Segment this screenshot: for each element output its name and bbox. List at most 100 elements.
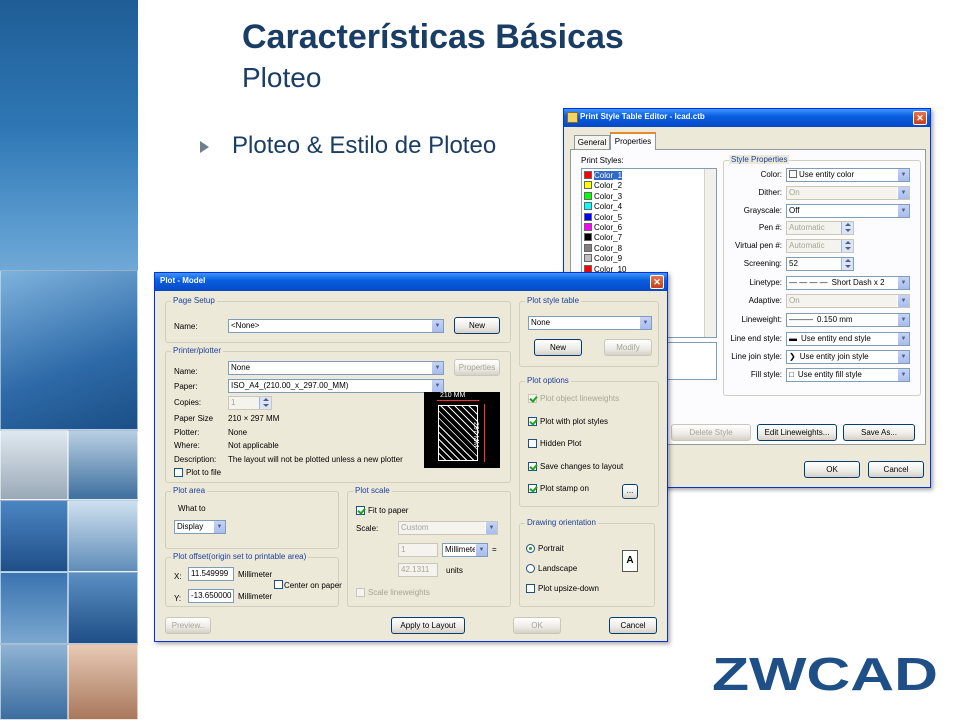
print-style-item[interactable]: Color_4 — [584, 202, 622, 212]
plot-option-checkbox[interactable] — [528, 484, 537, 493]
page-setup-name-select[interactable]: <None> ▼ — [228, 319, 444, 333]
save-as-button[interactable]: Save As... — [843, 424, 915, 441]
plot-options-label: Plot options — [525, 376, 571, 385]
color-swatch-icon — [584, 181, 592, 190]
pst-ok-button[interactable]: OK — [804, 461, 860, 478]
preview-width-label: 210 MM — [440, 392, 466, 399]
plot-cancel-button[interactable]: Cancel — [609, 617, 657, 634]
print-style-name: Color_4 — [594, 202, 623, 212]
copies-label: Copies: — [174, 398, 202, 407]
plot-upside-down-checkbox[interactable] — [526, 584, 535, 593]
plot-area-group: Plot area What to Display ▼ — [165, 486, 339, 549]
copies-value: 1 — [231, 398, 236, 407]
property-select[interactable]: ❯ Use entity join style ▼ — [786, 350, 910, 364]
tab-general[interactable]: General — [574, 135, 610, 149]
chevron-down-icon: ▼ — [897, 187, 909, 199]
spinner-arrows-icon — [841, 258, 853, 270]
print-style-item[interactable]: Color_8 — [584, 243, 622, 254]
plot-option-checkbox[interactable] — [528, 439, 537, 448]
print-style-name: Color_1 — [594, 171, 623, 180]
property-select[interactable]: Use entity color ▼ — [786, 168, 910, 182]
property-label: Grayscale: — [743, 206, 782, 215]
style-properties-group: Style Properties Color: Use entity color ▼… — [723, 155, 921, 396]
app-icon — [567, 112, 578, 123]
plot-option-checkbox[interactable] — [528, 461, 537, 471]
scale-select[interactable]: Custom ▼ — [398, 521, 498, 535]
offset-x-input[interactable]: 11.549999 — [188, 567, 234, 581]
list-scrollbar[interactable] — [704, 169, 716, 337]
property-select[interactable]: ▬ Use entity end style ▼ — [786, 332, 910, 346]
offset-y-input[interactable]: -13.650000 — [188, 589, 234, 603]
plot-style-new-button[interactable]: New — [534, 339, 582, 356]
chevron-down-icon: ▼ — [897, 351, 909, 363]
tab-properties[interactable]: Properties — [610, 132, 656, 150]
preview-height-label: 297 MM — [472, 422, 479, 448]
property-label: Screening: — [743, 259, 782, 268]
property-value: On — [789, 296, 800, 305]
scale-lineweights-checkbox[interactable] — [356, 588, 365, 597]
print-style-item[interactable]: Color_5 — [584, 212, 622, 223]
plot-scale-group: Plot scale Fit to paper Scale: Custom ▼ 1… — [347, 486, 511, 607]
spinner-arrows-icon — [841, 240, 853, 252]
printer-name-label: Name: — [174, 367, 198, 376]
plot-style-table-select[interactable]: None ▼ — [528, 316, 652, 330]
landscape-label: Landscape — [538, 564, 578, 573]
property-spinner[interactable]: 52 — [786, 257, 854, 271]
edit-lineweights-button[interactable]: Edit Lineweights... — [757, 424, 837, 441]
print-style-item[interactable]: Color_2 — [584, 181, 622, 191]
print-style-item[interactable]: Color_6 — [584, 223, 622, 233]
delete-style-button[interactable]: Delete Style — [671, 424, 751, 441]
print-style-item[interactable]: Color_3 — [584, 191, 622, 202]
scale-value1-input[interactable]: 1 — [398, 543, 438, 557]
offset-x-value: 11.549999 — [191, 569, 229, 578]
property-select[interactable]: Off ▼ — [786, 204, 910, 218]
offset-x-unit: Millimeter — [238, 570, 273, 579]
printer-name-select[interactable]: None ▼ — [228, 361, 444, 375]
page-setup-new-button[interactable]: New — [454, 317, 500, 334]
property-spinner[interactable]: Automatic — [786, 221, 854, 235]
apply-to-layout-button[interactable]: Apply to Layout — [391, 617, 465, 634]
plot-option-label: Hidden Plot — [540, 439, 582, 448]
print-style-item[interactable]: Color_9 — [584, 254, 622, 264]
center-on-paper-checkbox[interactable] — [274, 580, 283, 589]
pst-cancel-button[interactable]: Cancel — [868, 461, 924, 478]
copies-spinner[interactable]: 1 — [228, 396, 272, 410]
bullet-arrow-icon — [200, 141, 209, 153]
landscape-radio[interactable] — [526, 564, 535, 573]
property-select[interactable]: ——— 0.150 mm ▼ — [786, 313, 910, 327]
print-style-item[interactable]: Color_7 — [584, 233, 622, 243]
paper-select[interactable]: ISO_A4_(210.00_x_297.00_MM) ▼ — [228, 379, 444, 393]
printer-properties-button[interactable]: Properties — [454, 359, 500, 376]
print-style-name: Color_2 — [594, 181, 623, 191]
property-select[interactable]: On ▼ — [786, 186, 910, 200]
scale-unit-select[interactable]: Millimeter ▼ — [442, 543, 488, 557]
preview-button[interactable]: Preview.. — [165, 617, 211, 634]
fit-to-paper-checkbox[interactable] — [356, 506, 365, 515]
scale-value2-input[interactable]: 42.1311 — [398, 563, 438, 577]
spinner-arrows-icon — [259, 397, 271, 409]
portrait-label: Portrait — [538, 544, 564, 553]
property-select[interactable]: □ Use entity fill style ▼ — [786, 368, 910, 382]
plot-option-label: Plot with plot styles — [540, 416, 609, 426]
page-setup-label: Page Setup — [171, 296, 217, 305]
property-select[interactable]: On ▼ — [786, 294, 910, 308]
close-icon[interactable]: ✕ — [650, 275, 664, 289]
portrait-radio[interactable] — [526, 544, 535, 553]
plot-ok-button[interactable]: OK — [513, 617, 561, 634]
property-value: Use entity end style — [801, 334, 871, 343]
property-spinner[interactable]: Automatic — [786, 239, 854, 253]
property-label: Dither: — [758, 188, 782, 197]
plot-option-checkbox[interactable] — [528, 394, 537, 403]
property-select[interactable]: — — — — Short Dash x 2 ▼ — [786, 276, 910, 290]
plot-stamp-settings-button[interactable]: ... — [622, 484, 638, 499]
plot-to-file-checkbox[interactable] — [174, 468, 183, 477]
decorative-building-band — [0, 0, 138, 720]
what-to-select[interactable]: Display ▼ — [174, 520, 226, 534]
printer-plotter-label: Printer/plotter — [171, 346, 224, 355]
property-preview-icon: — — — — — [789, 278, 828, 287]
close-icon[interactable]: ✕ — [913, 111, 927, 125]
print-style-item[interactable]: Color_1 — [584, 171, 623, 181]
paper-preview: 210 MM 297 MM — [424, 392, 500, 468]
plot-style-modify-button[interactable]: Modify — [604, 339, 652, 356]
plot-option-checkbox[interactable] — [528, 416, 537, 426]
